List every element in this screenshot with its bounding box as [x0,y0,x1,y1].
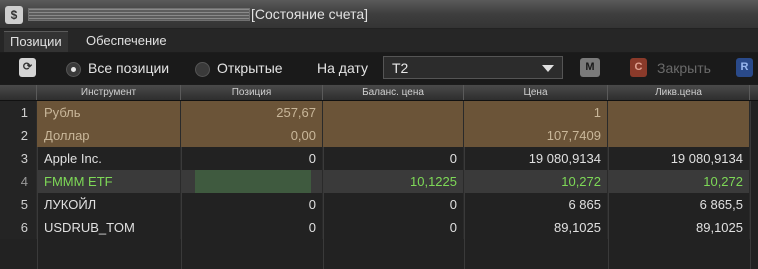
close-button[interactable]: Закрыть [657,60,711,76]
cell-liq-price[interactable] [608,124,750,147]
cell-price[interactable]: 107,7409 [464,124,608,147]
radio-all-positions-label[interactable]: Все позиции [88,60,169,76]
cell-price[interactable]: 89,1025 [464,216,608,239]
row-number[interactable]: 2 [0,124,37,147]
header-price[interactable]: Цена [464,85,608,100]
cell-position[interactable] [181,170,323,193]
radio-open-positions[interactable] [195,62,210,77]
cell-balance-price[interactable]: 10,1225 [323,170,464,193]
m-button[interactable]: M [580,58,600,77]
cell-balance-price[interactable]: 0 [323,216,464,239]
cell-price[interactable]: 6 865 [464,193,608,216]
money-icon: $ [5,6,23,24]
title-drag-handle[interactable] [28,8,250,21]
cell-liq-price[interactable]: 19 080,9134 [608,147,750,170]
tab-bar: Позиции Обеспечение [0,29,758,52]
title-bar: $ [Состояние счета] [0,0,758,29]
cell-balance-price[interactable]: 0 [323,193,464,216]
table-row[interactable]: 4 FMMM ETF 10,1225 10,272 10,272 [0,170,758,193]
cell-instrument[interactable]: FMMM ETF [37,170,181,193]
refresh-icon[interactable]: ⟳ [19,58,36,77]
cell-liq-price[interactable]: 6 865,5 [608,193,750,216]
radio-open-positions-label[interactable]: Открытые [217,60,283,76]
tab-collateral[interactable]: Обеспечение [80,31,173,51]
table-row[interactable]: 6 USDRUB_TOM 0 0 89,1025 89,1025 [0,216,758,239]
close-icon[interactable]: C [630,58,647,77]
r-button[interactable]: R [736,58,753,77]
cell-price[interactable]: 1 [464,101,608,124]
table-row[interactable]: 5 ЛУКОЙЛ 0 0 6 865 6 865,5 [0,193,758,216]
row-number[interactable]: 1 [0,101,37,124]
chevron-down-icon [542,65,554,72]
cell-position[interactable]: 0,00 [181,124,323,147]
cell-position[interactable]: 0 [181,216,323,239]
cell-instrument[interactable]: USDRUB_TOM [37,216,181,239]
row-number[interactable]: 3 [0,147,37,170]
cell-position[interactable]: 0 [181,147,323,170]
date-select[interactable]: T2 [383,56,563,79]
window-title: [Состояние счета] [251,6,369,22]
cell-balance-price[interactable] [323,101,464,124]
cell-liq-price[interactable]: 89,1025 [608,216,750,239]
cell-position[interactable]: 257,67 [181,101,323,124]
header-position[interactable]: Позиция [181,85,323,100]
header-balance-price[interactable]: Баланс. цена [323,85,464,100]
row-number[interactable]: 4 [0,170,37,193]
cell-instrument[interactable]: Рубль [37,101,181,124]
header-instrument[interactable]: Инструмент [37,85,181,100]
positions-table: Инструмент Позиция Баланс. цена Цена Лик… [0,85,758,269]
cell-instrument[interactable]: Доллар [37,124,181,147]
table-header: Инструмент Позиция Баланс. цена Цена Лик… [0,85,758,101]
cell-liq-price[interactable] [608,101,750,124]
table-row[interactable]: 2 Доллар 0,00 107,7409 [0,124,758,147]
cell-balance-price[interactable] [323,124,464,147]
toolbar: ⟳ Все позиции Открытые На дату T2 M C За… [0,53,758,84]
cell-instrument[interactable]: ЛУКОЙЛ [37,193,181,216]
date-label: На дату [317,60,369,76]
table-row[interactable]: 1 Рубль 257,67 1 [0,101,758,124]
cell-instrument[interactable]: Apple Inc. [37,147,181,170]
row-number[interactable]: 6 [0,216,37,239]
cell-position[interactable]: 0 [181,193,323,216]
row-number[interactable]: 5 [0,193,37,216]
cell-balance-price[interactable]: 0 [323,147,464,170]
header-rownum [0,85,37,100]
header-liq-price[interactable]: Ликв.цена [608,85,750,100]
radio-all-positions[interactable] [66,62,81,77]
date-select-value: T2 [392,60,409,76]
table-row[interactable]: 3 Apple Inc. 0 0 19 080,9134 19 080,9134 [0,147,758,170]
cell-liq-price[interactable]: 10,272 [608,170,750,193]
cell-price[interactable]: 19 080,9134 [464,147,608,170]
tab-positions[interactable]: Позиции [4,31,68,52]
cell-price[interactable]: 10,272 [464,170,608,193]
